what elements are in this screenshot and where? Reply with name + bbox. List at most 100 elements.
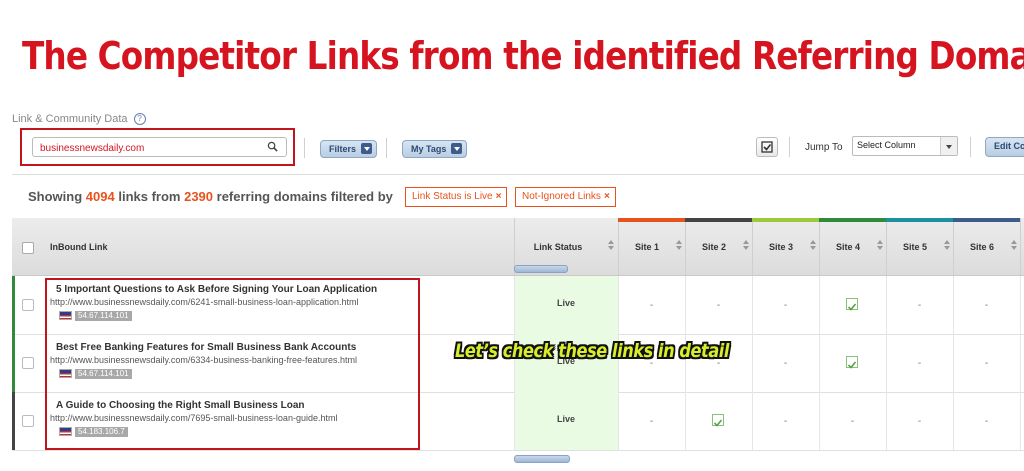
empty-value: - xyxy=(716,300,721,311)
site-cell: - xyxy=(752,392,819,450)
row-checkbox[interactable] xyxy=(22,415,34,427)
empty-value: - xyxy=(984,416,989,427)
column-header-inbound-link[interactable]: InBound Link xyxy=(50,242,108,252)
toolbar-divider xyxy=(304,138,305,158)
row-accent xyxy=(12,334,15,392)
filters-button[interactable]: Filters xyxy=(320,140,378,158)
jump-to-select[interactable]: Select Column xyxy=(852,136,958,156)
edit-columns-button[interactable]: Edit Columns xyxy=(985,137,1024,157)
site-color-bar xyxy=(819,218,886,222)
chevron-down-icon xyxy=(361,143,373,154)
empty-value: - xyxy=(649,416,654,427)
sort-icon[interactable] xyxy=(810,240,816,250)
close-icon[interactable]: × xyxy=(604,191,610,202)
column-divider xyxy=(819,276,820,450)
row-checkbox[interactable] xyxy=(22,357,34,369)
link-status-cell: Live xyxy=(514,392,618,450)
question-circle-icon[interactable]: ? xyxy=(133,113,146,125)
jump-to-label: Jump To xyxy=(805,142,843,153)
search-box[interactable] xyxy=(32,137,287,157)
search-highlight-frame xyxy=(20,128,295,166)
callout-text: Let’s check these links in detail xyxy=(455,340,730,362)
empty-value: - xyxy=(783,416,788,427)
select-all-checkbox[interactable] xyxy=(22,242,34,254)
column-divider xyxy=(514,276,515,450)
chevron-down-icon xyxy=(940,137,957,155)
site-cell xyxy=(819,276,886,334)
sort-icon[interactable] xyxy=(608,240,614,250)
check-icon xyxy=(846,298,858,311)
sort-icon[interactable] xyxy=(877,240,883,250)
column-divider xyxy=(886,276,887,450)
column-divider xyxy=(953,276,954,450)
site-cell: - xyxy=(819,392,886,450)
filter-tag-not-ignored: Not-Ignored Links × xyxy=(515,187,616,207)
site-cell: - xyxy=(953,334,1020,392)
site-cell: - xyxy=(953,392,1020,450)
column-header-site-4[interactable]: Site 4 xyxy=(819,218,886,275)
column-divider xyxy=(1020,218,1021,275)
site-cell: - xyxy=(752,334,819,392)
empty-value: - xyxy=(649,300,654,311)
empty-value: - xyxy=(984,300,989,311)
site-color-bar xyxy=(886,218,953,222)
empty-value: - xyxy=(917,416,922,427)
banner-title: The Competitor Links from the identified… xyxy=(22,34,1024,78)
rows-highlight-frame xyxy=(45,278,420,450)
column-header-site-1[interactable]: Site 1 xyxy=(618,218,685,275)
domains-count: 2390 xyxy=(184,189,214,204)
toolbar-divider xyxy=(970,137,971,157)
column-header-site-2[interactable]: Site 2 xyxy=(685,218,752,275)
site-cell: - xyxy=(886,392,953,450)
site-cell: - xyxy=(685,276,752,334)
column-resize-handle[interactable] xyxy=(514,265,568,273)
column-header-site-6[interactable]: Site 6 xyxy=(953,218,1020,275)
column-divider xyxy=(1020,276,1021,450)
search-icon[interactable] xyxy=(267,141,278,152)
row-accent xyxy=(12,392,15,450)
check-icon xyxy=(712,414,724,427)
empty-value: - xyxy=(850,416,855,427)
row-checkbox[interactable] xyxy=(22,299,34,311)
empty-value: - xyxy=(783,300,788,311)
site-color-bar xyxy=(752,218,819,222)
horizontal-scroll-handle[interactable] xyxy=(514,455,570,463)
site-cell xyxy=(819,334,886,392)
close-icon[interactable]: × xyxy=(496,191,502,202)
site-cell xyxy=(685,392,752,450)
search-input[interactable] xyxy=(33,139,260,157)
divider xyxy=(12,174,1024,175)
links-count: 4094 xyxy=(85,189,115,204)
checkbox-menu-button[interactable] xyxy=(756,137,778,157)
sort-icon[interactable] xyxy=(676,240,682,250)
sort-icon[interactable] xyxy=(1011,240,1017,250)
check-icon xyxy=(846,356,858,369)
toolbar-divider xyxy=(789,137,790,157)
empty-value: - xyxy=(917,358,922,369)
site-cell: - xyxy=(618,276,685,334)
sort-icon[interactable] xyxy=(743,240,749,250)
column-header-site-3[interactable]: Site 3 xyxy=(752,218,819,275)
empty-value: - xyxy=(783,358,788,369)
column-header-link-status[interactable]: Link Status xyxy=(514,218,618,275)
link-status-cell: Live xyxy=(514,276,618,334)
empty-value: - xyxy=(984,358,989,369)
section-label: Link & Community Data? xyxy=(12,113,146,125)
column-divider xyxy=(618,276,619,450)
results-summary: Showing 4094 links from 2390 referring d… xyxy=(28,189,393,204)
site-cell: - xyxy=(618,392,685,450)
empty-value: - xyxy=(917,300,922,311)
chevron-down-icon xyxy=(451,143,463,154)
filter-tag-link-status: Link Status is Live × xyxy=(405,187,508,207)
site-cell: - xyxy=(752,276,819,334)
column-divider xyxy=(752,276,753,450)
toolbar-divider xyxy=(386,138,387,158)
site-cell: - xyxy=(953,276,1020,334)
site-cell: - xyxy=(886,276,953,334)
column-header-site-5[interactable]: Site 5 xyxy=(886,218,953,275)
check-square-icon xyxy=(761,141,773,153)
sort-icon[interactable] xyxy=(944,240,950,250)
my-tags-button[interactable]: My Tags xyxy=(402,140,468,158)
site-color-bar xyxy=(618,218,685,222)
column-divider xyxy=(685,276,686,450)
